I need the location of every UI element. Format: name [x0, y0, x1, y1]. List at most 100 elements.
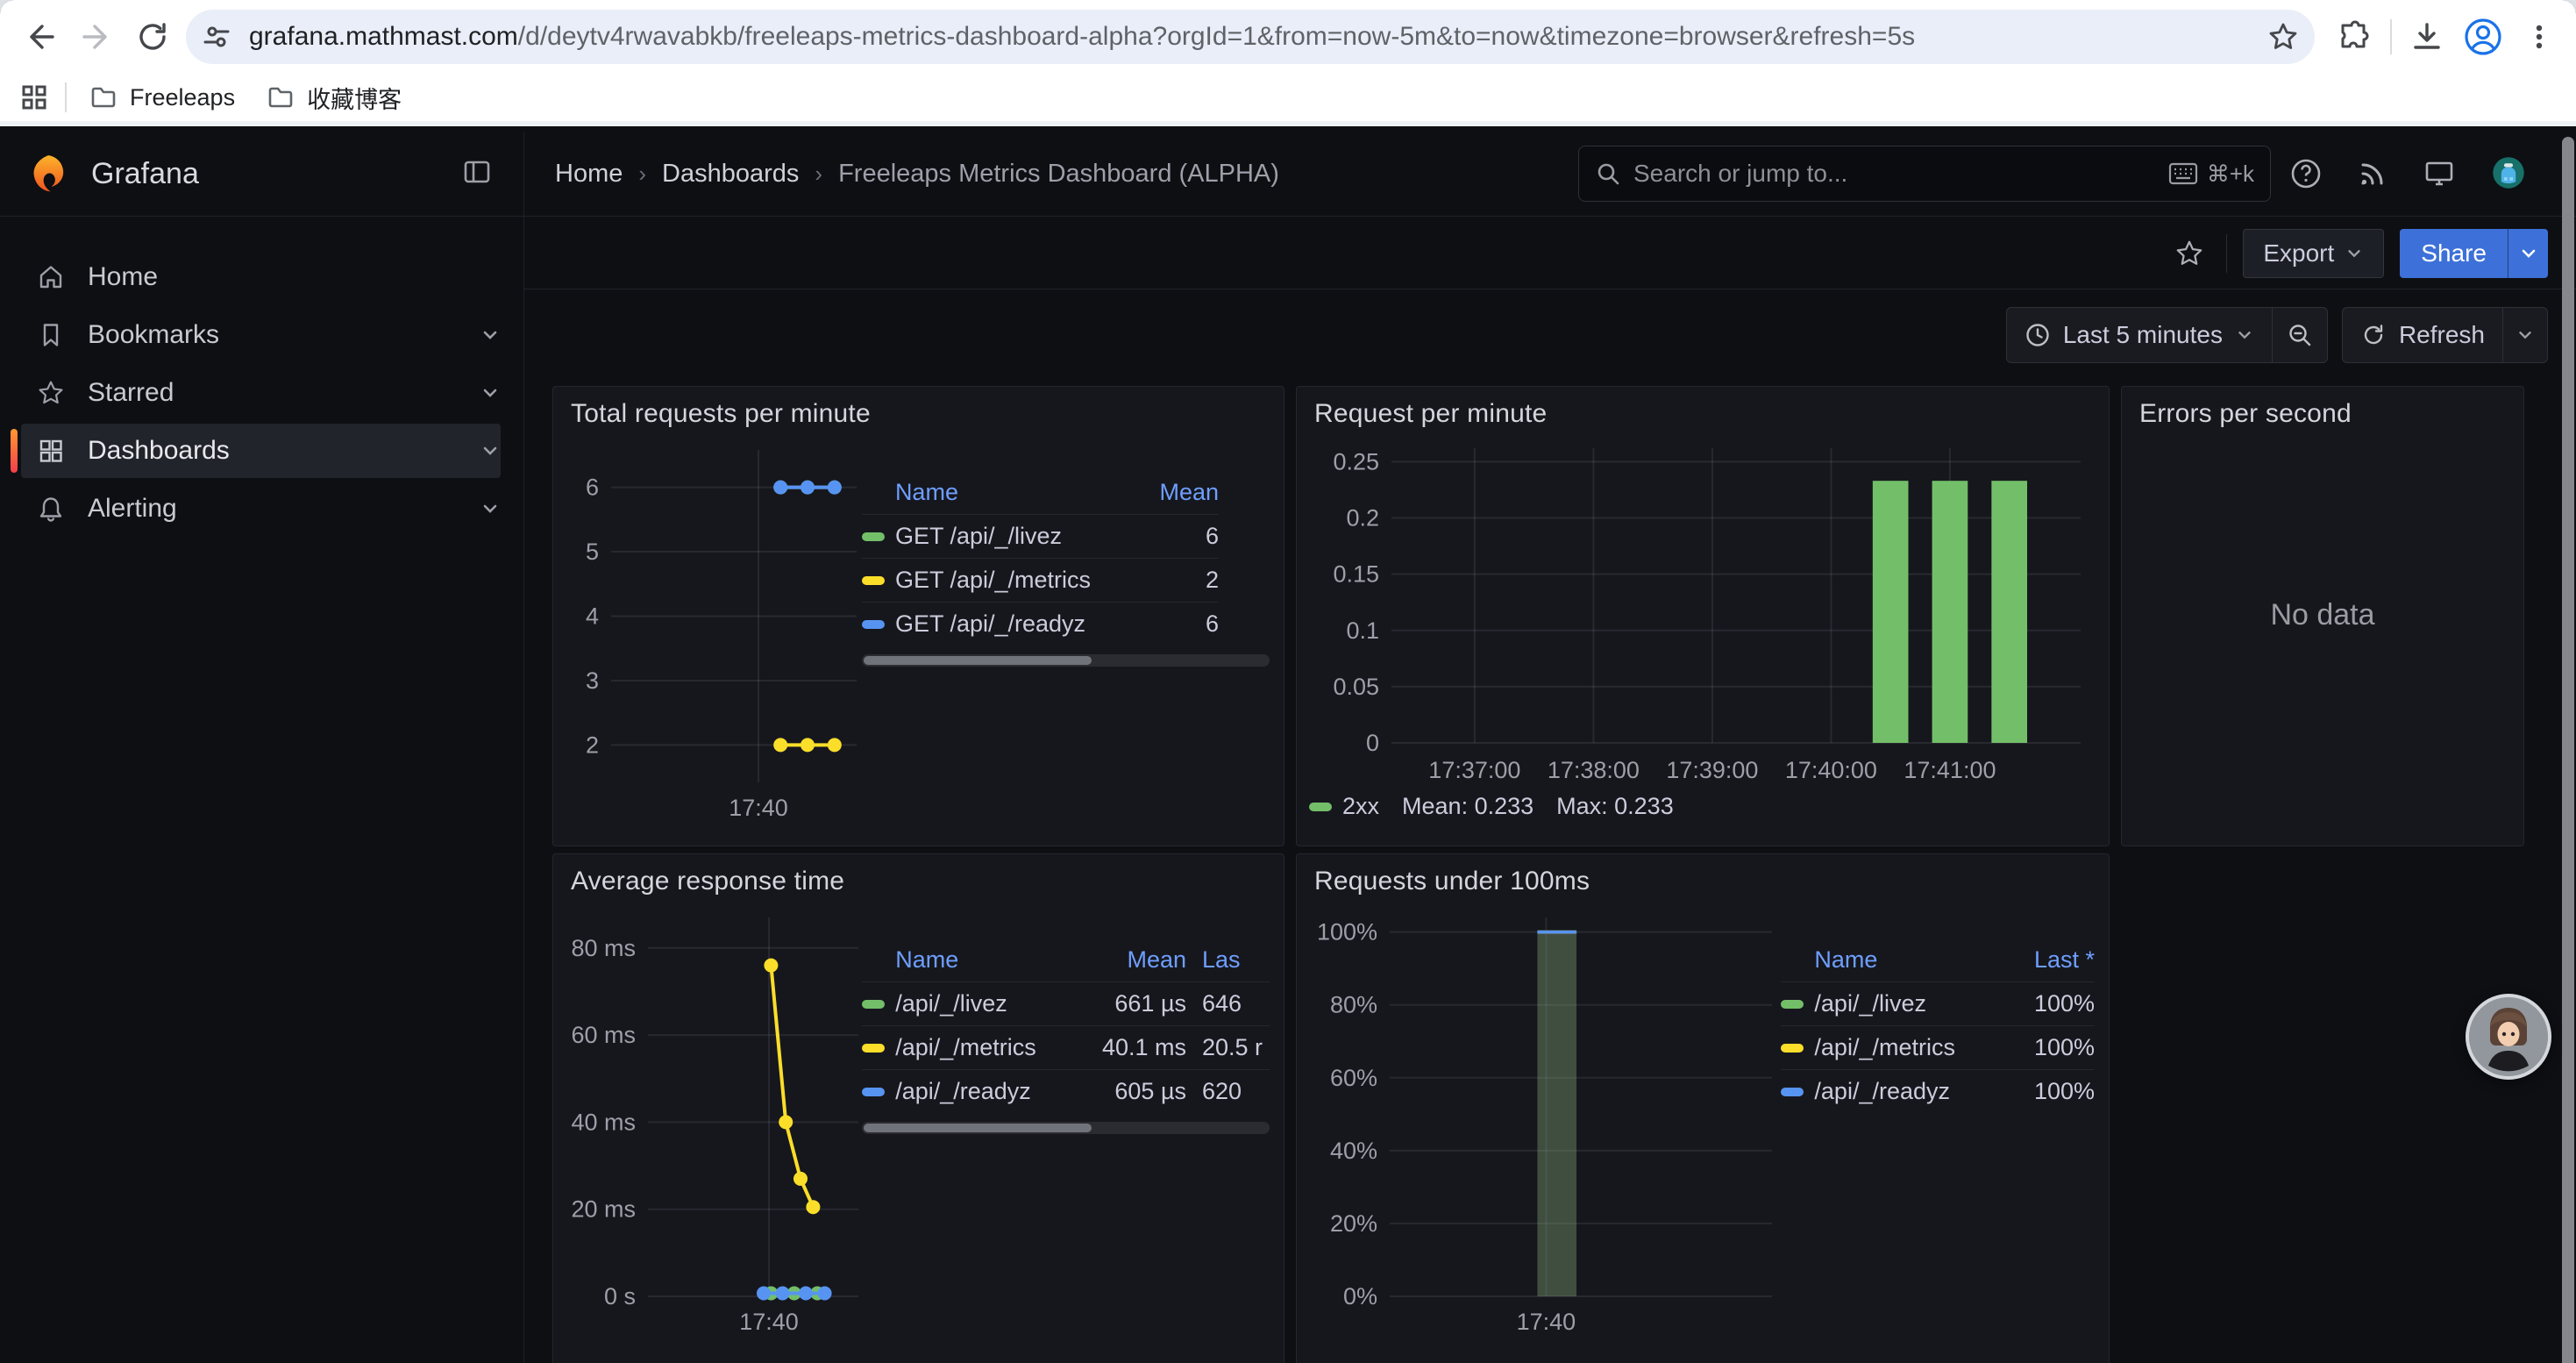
search-box[interactable]: ⌘+k	[1578, 146, 2271, 202]
forward-icon[interactable]	[68, 9, 125, 65]
kiosk-monitor-icon[interactable]	[2415, 149, 2464, 198]
refresh-button[interactable]: Refresh	[2343, 308, 2502, 362]
panel-header[interactable]: Request per minute	[1297, 387, 2109, 432]
chevron-down-icon	[2516, 325, 2535, 345]
extensions-icon[interactable]	[2327, 9, 2383, 65]
legend-inline[interactable]: 2xx Mean: 0.233 Max: 0.233	[1297, 793, 2109, 820]
sidebar-item-home[interactable]: Home	[21, 250, 501, 304]
breadcrumb: Home › Dashboards › Freeleaps Metrics Da…	[523, 160, 1279, 189]
panel-header[interactable]: Errors per second	[2122, 387, 2523, 432]
toolbar-divider	[2390, 19, 2392, 54]
legend-col-mean[interactable]: Mean	[1122, 479, 1219, 506]
apps-grid-icon[interactable]	[11, 76, 58, 118]
svg-text:0: 0	[1366, 730, 1379, 756]
panel-header[interactable]: Average response time	[553, 854, 1284, 900]
panel-body: 0 s20 ms40 ms60 ms80 ms17:40 Name Mean L…	[553, 900, 1284, 1337]
svg-text:0.05: 0.05	[1333, 674, 1379, 700]
breadcrumb-separator: ›	[638, 161, 646, 188]
user-avatar[interactable]	[2481, 146, 2536, 200]
help-icon[interactable]	[2281, 149, 2330, 198]
svg-text:5: 5	[586, 539, 599, 565]
grafana-logo-icon[interactable]	[28, 153, 68, 194]
svg-text:17:39:00: 17:39:00	[1666, 757, 1758, 783]
reload-icon[interactable]	[125, 9, 181, 65]
panel-header[interactable]: Requests under 100ms	[1297, 854, 2109, 900]
favorite-star-icon[interactable]	[2168, 232, 2210, 275]
panel-title: Total requests per minute	[571, 399, 871, 429]
legend-col-name[interactable]: Name	[895, 479, 1122, 506]
bookmark-label: Freeleaps	[130, 84, 235, 111]
legend-table: Name Mean Las /api/_/livez 661 µs 646 /a…	[862, 938, 1270, 1337]
bookmark-folder-freeleaps[interactable]: Freeleaps	[74, 76, 251, 118]
legend-col-last[interactable]: Last *	[1989, 946, 2095, 974]
sidebar-item-bookmarks[interactable]: Bookmarks	[21, 308, 501, 362]
sidebar-item-dashboards[interactable]: Dashboards	[21, 424, 501, 478]
menu-kebab-icon[interactable]	[2511, 9, 2567, 65]
legend-col-name[interactable]: Name	[895, 946, 1072, 974]
sidebar: Home Bookmarks Starred Dashboards	[0, 217, 523, 1363]
svg-text:0%: 0%	[1343, 1283, 1377, 1309]
profile-icon[interactable]	[2455, 9, 2511, 65]
chevron-down-icon[interactable]	[480, 325, 501, 346]
sidebar-item-starred[interactable]: Starred	[21, 366, 501, 420]
download-icon[interactable]	[2399, 9, 2455, 65]
url-bar[interactable]: grafana.mathmast.com/d/deytv4rwavabkb/fr…	[186, 10, 2315, 64]
svg-text:0 s: 0 s	[604, 1283, 636, 1309]
panel-body: 2345617:40 Name Mean GET /api/_/livez 6	[553, 432, 1284, 823]
legend-row[interactable]: /api/_/readyz 100%	[1781, 1069, 2095, 1113]
legend-header: Name Mean Las	[862, 938, 1270, 981]
panel-header[interactable]: Total requests per minute	[553, 387, 1284, 432]
refresh-group: Refresh	[2342, 307, 2548, 363]
legend-row[interactable]: /api/_/readyz 605 µs 620	[862, 1069, 1270, 1113]
rss-icon[interactable]	[2348, 149, 2397, 198]
breadcrumb-home[interactable]: Home	[555, 160, 623, 189]
legend-table: Name Last * /api/_/livez 100% /api/_/met…	[1781, 938, 2095, 1337]
browser-window: grafana.mathmast.com/d/deytv4rwavabkb/fr…	[0, 0, 2576, 1363]
time-range-picker[interactable]: Last 5 minutes	[2007, 308, 2272, 362]
series-color-pill	[862, 532, 885, 541]
panel-title: Requests under 100ms	[1314, 867, 1590, 896]
legend-row[interactable]: /api/_/livez 661 µs 646	[862, 981, 1270, 1025]
export-button[interactable]: Export	[2243, 229, 2384, 278]
chevron-down-icon[interactable]	[480, 382, 501, 403]
bookmark-folder-blogs[interactable]: 收藏博客	[251, 76, 417, 118]
svg-text:80 ms: 80 ms	[571, 935, 636, 961]
search-input[interactable]	[1633, 160, 2156, 188]
share-menu-chevron[interactable]	[2508, 229, 2548, 278]
mega-menu-toggle-icon[interactable]	[462, 157, 492, 191]
search-icon	[1595, 161, 1621, 187]
timeseries-chart: 0 s20 ms40 ms60 ms80 ms17:40	[567, 900, 862, 1337]
svg-text:6: 6	[586, 475, 599, 501]
legend-col-last[interactable]: Las	[1186, 946, 1270, 974]
refresh-interval-chevron[interactable]	[2503, 308, 2547, 362]
legend-row[interactable]: GET /api/_/readyz 6	[862, 602, 1219, 646]
no-data-message: No data	[2122, 598, 2523, 632]
sidebar-item-label: Dashboards	[88, 436, 230, 466]
legend-hscrollbar[interactable]	[862, 654, 1270, 667]
share-button[interactable]: Share	[2400, 229, 2508, 278]
legend-col-name[interactable]: Name	[1814, 946, 1989, 974]
legend-hscrollbar[interactable]	[862, 1122, 1270, 1134]
bookmark-star-icon[interactable]	[2267, 21, 2299, 53]
sidebar-item-alerting[interactable]: Alerting	[21, 482, 501, 536]
zoom-out-button[interactable]	[2273, 308, 2327, 362]
chevron-down-icon[interactable]	[480, 498, 501, 519]
floating-assistant-avatar[interactable]	[2466, 994, 2551, 1080]
svg-text:80%: 80%	[1330, 992, 1377, 1018]
legend-row[interactable]: /api/_/livez 100%	[1781, 981, 2095, 1025]
svg-text:0.1: 0.1	[1346, 617, 1379, 644]
svg-text:17:40: 17:40	[729, 795, 788, 821]
svg-text:3: 3	[586, 667, 599, 694]
legend-col-mean[interactable]: Mean	[1072, 946, 1186, 974]
time-controls: Last 5 minutes Refresh	[2006, 307, 2548, 363]
page-scrollbar[interactable]	[2562, 137, 2574, 1363]
breadcrumb-dashboards[interactable]: Dashboards	[662, 160, 799, 189]
timeseries-chart: 2345617:40	[567, 432, 862, 823]
chevron-down-icon[interactable]	[480, 440, 501, 461]
legend-row[interactable]: GET /api/_/livez 6	[862, 514, 1219, 558]
legend-row[interactable]: /api/_/metrics 40.1 ms 20.5 r	[862, 1025, 1270, 1069]
legend-row[interactable]: /api/_/metrics 100%	[1781, 1025, 2095, 1069]
back-icon[interactable]	[12, 9, 68, 65]
site-settings-icon[interactable]	[202, 22, 231, 52]
legend-row[interactable]: GET /api/_/metrics 2	[862, 558, 1219, 602]
